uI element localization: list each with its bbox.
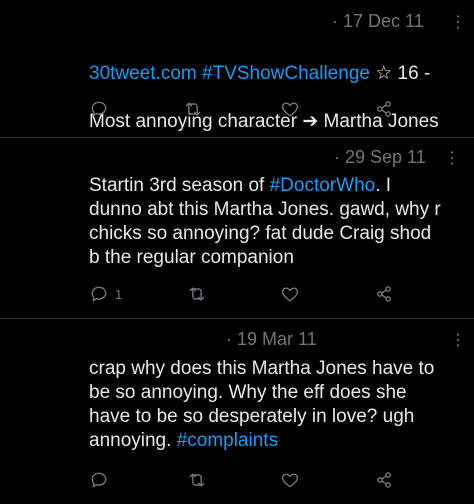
reply-count: 1 [115,286,123,302]
share-button[interactable] [374,98,394,120]
hashtag-link[interactable]: #TVShowChallenge [202,63,370,84]
retweet-icon [187,284,207,304]
tweet-date[interactable]: · 17 Dec 11 [332,11,424,32]
like-icon [280,99,300,119]
more-options-icon[interactable]: ⋮ [450,330,466,350]
tweet-link[interactable]: 30tweet.com [89,63,197,84]
more-options-icon[interactable]: ⋮ [444,148,460,168]
tweet-date[interactable]: · 19 Mar 11 [226,329,317,350]
tweet-date[interactable]: · 29 Sep 11 [334,147,426,168]
share-button[interactable] [374,469,394,491]
like-button[interactable] [280,98,300,120]
like-icon [280,284,300,304]
tweet-text-pre: Startin 3rd season of [89,175,270,196]
share-button[interactable] [374,283,394,305]
reply-icon [89,470,109,490]
tweet-actions [0,469,474,491]
reply-icon [89,284,109,304]
hashtag-link[interactable]: #DoctorWho [270,175,376,196]
like-icon [280,470,300,490]
tweet-text: Startin 3rd season of #DoctorWho. I dunn… [89,174,469,270]
tweet-actions: 1 [0,283,474,305]
tweet-text-rest: ☆ 16 - [369,63,431,84]
hashtag-link[interactable]: #complaints [177,430,278,451]
like-button[interactable] [280,469,300,491]
reply-button[interactable] [89,469,115,491]
retweet-button[interactable] [187,469,207,491]
reply-button[interactable] [89,98,115,120]
tweet-1[interactable]: · 17 Dec 11 ⋮ 30tweet.com #TVShowChallen… [0,0,474,138]
share-icon [374,99,394,119]
reply-icon [89,99,109,119]
tweet-text: crap why does this Martha Jones have to … [89,357,469,453]
retweet-button[interactable] [187,283,207,305]
retweet-icon [183,99,203,119]
share-icon [374,284,394,304]
reply-button[interactable]: 1 [89,283,122,305]
retweet-icon [187,470,207,490]
tweet-actions [0,98,474,120]
retweet-button[interactable] [183,98,203,120]
like-button[interactable] [280,283,300,305]
tweet-3[interactable]: · 19 Mar 11 ⋮ crap why does this Martha … [0,319,474,504]
more-options-icon[interactable]: ⋮ [450,12,466,32]
tweet-2[interactable]: · 29 Sep 11 ⋮ Startin 3rd season of #Doc… [0,138,474,318]
share-icon [374,470,394,490]
